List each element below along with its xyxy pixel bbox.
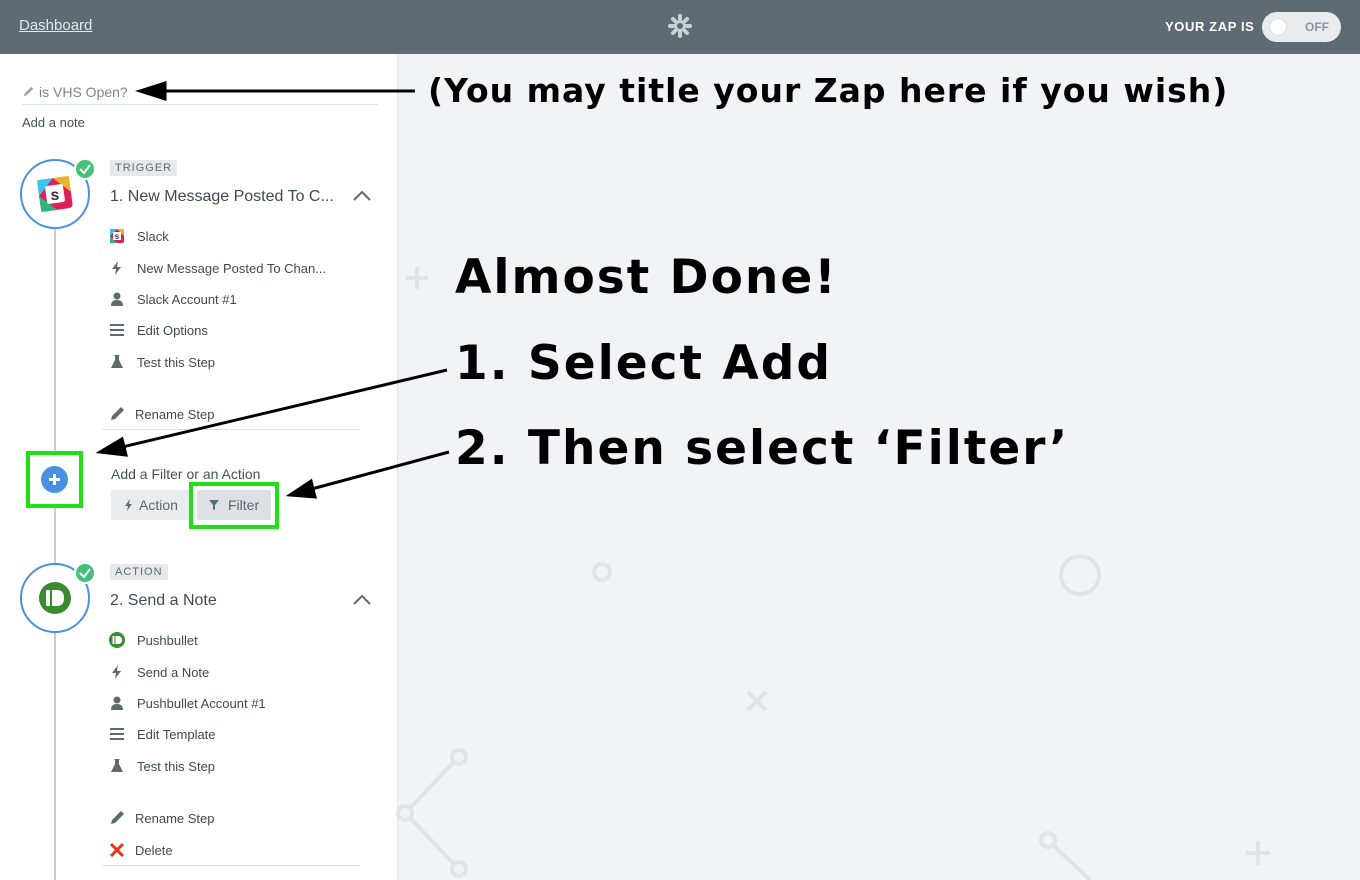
svg-text:s: s (115, 232, 120, 241)
step-complete-check-icon (74, 562, 96, 584)
step-connector-line (54, 508, 56, 563)
bolt-icon (112, 261, 121, 275)
trigger-badge: TRIGGER (110, 160, 178, 176)
item-label: Pushbullet Account #1 (137, 696, 266, 711)
item-label: Send a Note (137, 665, 210, 680)
chevron-up-icon[interactable] (352, 594, 372, 606)
item-label: Slack (137, 229, 169, 244)
annotation-title-hint: (You may title your Zap here if you wish… (428, 71, 1229, 110)
item-label: Edit Template (137, 727, 216, 742)
annotation-step-1: 1. Select Add (455, 336, 832, 391)
action-badge: ACTION (110, 564, 168, 580)
zap-title-input[interactable]: is VHS Open? (22, 84, 378, 105)
pencil-icon (111, 811, 124, 824)
bolt-icon (125, 499, 132, 511)
pushbullet-icon (109, 632, 125, 648)
toggle-knob (1270, 19, 1286, 35)
flask-icon (111, 355, 123, 368)
zap-on-off-toggle[interactable]: OFF (1262, 12, 1341, 42)
divider (102, 865, 360, 866)
lines-icon (110, 324, 124, 336)
item-label: Rename Step (135, 407, 215, 422)
zapier-asterisk-icon[interactable] (668, 14, 692, 38)
annotation-step-2: 2. Then select ‘Filter’ (455, 421, 1070, 476)
pencil-icon (23, 86, 34, 97)
bolt-icon (112, 665, 121, 679)
step-complete-check-icon (74, 158, 96, 180)
add-filter-or-action-label: Add a Filter or an Action (111, 466, 261, 482)
chevron-up-icon[interactable] (352, 190, 372, 202)
add-note-link[interactable]: Add a note (22, 115, 85, 130)
add-step-button[interactable] (26, 451, 83, 508)
delete-x-icon (109, 842, 125, 858)
item-label: Pushbullet (137, 633, 198, 648)
zap-status-label: YOUR ZAP IS (1165, 19, 1255, 34)
item-label: Edit Options (137, 323, 208, 338)
step-2-title[interactable]: 2. Send a Note (110, 592, 217, 610)
item-label: Slack Account #1 (137, 292, 237, 307)
step-connector-line (54, 633, 56, 880)
item-label: Test this Step (137, 759, 216, 774)
divider (102, 429, 360, 430)
dashboard-link[interactable]: Dashboard (19, 17, 92, 34)
zap-title-text: is VHS Open? (39, 84, 128, 100)
flask-icon (111, 759, 123, 772)
toggle-state-label: OFF (1305, 20, 1329, 34)
action-button-label: Action (139, 497, 178, 513)
plus-icon (41, 466, 68, 493)
lines-icon (110, 728, 124, 740)
item-label: Delete (135, 843, 173, 858)
slack-icon: s (110, 229, 124, 243)
user-icon (111, 292, 123, 306)
item-label: Rename Step (135, 811, 215, 826)
svg-text:s: s (51, 187, 60, 204)
pushbullet-icon (39, 582, 71, 614)
item-label: Test this Step (137, 355, 216, 370)
slack-icon: s (37, 176, 73, 212)
step-connector-line (54, 229, 56, 451)
filter-highlight-box (189, 482, 279, 529)
add-action-button[interactable]: Action (111, 490, 191, 520)
step-1-title[interactable]: 1. New Message Posted To C... (110, 188, 334, 206)
user-icon (111, 696, 123, 710)
annotation-almost-done: Almost Done! (455, 250, 838, 305)
top-bar: Dashboard YOUR ZAP IS OFF (0, 0, 1360, 54)
item-label: New Message Posted To Chan... (137, 261, 327, 276)
pencil-icon (111, 407, 124, 420)
